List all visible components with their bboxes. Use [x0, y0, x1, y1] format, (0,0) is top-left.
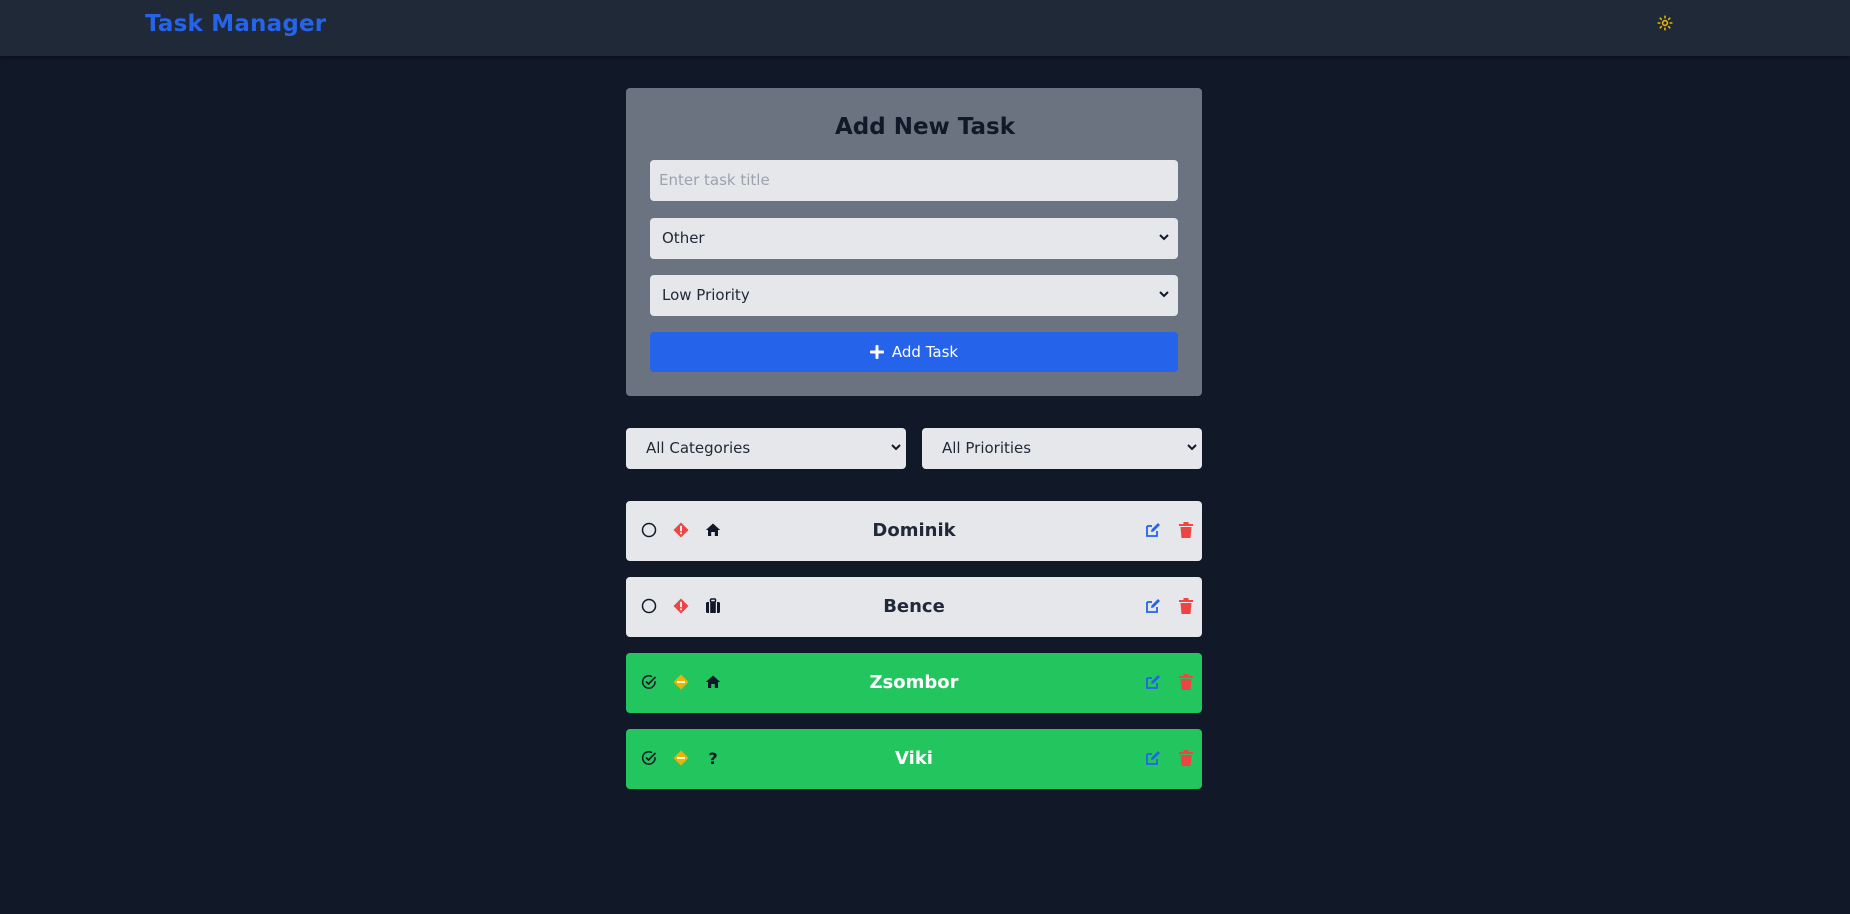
task-title: Zsombor	[869, 672, 959, 693]
delete-task-button[interactable]	[1177, 597, 1195, 615]
edit-task-button[interactable]	[1144, 597, 1162, 615]
top-navbar: Task Manager	[0, 0, 1850, 56]
task-item: Dominik	[626, 501, 1202, 561]
chevron-down-icon	[891, 444, 901, 451]
theme-toggle-button[interactable]	[1655, 13, 1675, 33]
delete-task-button[interactable]	[1177, 749, 1195, 767]
edit-task-button[interactable]	[1144, 673, 1162, 691]
task-item: Bence	[626, 577, 1202, 637]
add-task-button[interactable]: Add Task	[650, 332, 1178, 372]
edit-icon	[1146, 599, 1160, 613]
edit-task-button[interactable]	[1144, 749, 1162, 767]
priority-filter-value: All Priorities	[942, 439, 1032, 457]
chevron-down-icon	[1159, 291, 1169, 298]
trash-icon	[1179, 750, 1193, 766]
priority-select-value: Low Priority	[662, 286, 750, 304]
sun-icon	[1657, 15, 1673, 31]
add-task-heading: Add New Task	[834, 114, 1016, 140]
edit-task-button[interactable]	[1144, 521, 1162, 539]
plus-icon	[869, 345, 884, 359]
priority-filter-select[interactable]: All Priorities	[922, 428, 1202, 469]
delete-task-button[interactable]	[1177, 521, 1195, 539]
category-select-value: Other	[662, 229, 705, 247]
delete-task-button[interactable]	[1177, 673, 1195, 691]
chevron-down-icon	[1159, 234, 1169, 241]
category-select[interactable]: Other	[650, 218, 1178, 259]
task-item: ? Viki	[626, 729, 1202, 789]
trash-icon	[1179, 598, 1193, 614]
app-title[interactable]: Task Manager	[145, 11, 326, 37]
task-title: Dominik	[872, 520, 956, 541]
trash-icon	[1179, 522, 1193, 538]
task-title: Viki	[895, 748, 933, 769]
task-item: Zsombor	[626, 653, 1202, 713]
edit-icon	[1146, 523, 1160, 537]
category-filter-value: All Categories	[646, 439, 751, 457]
chevron-down-icon	[1187, 444, 1197, 451]
edit-icon	[1146, 751, 1160, 765]
priority-select[interactable]: Low Priority	[650, 275, 1178, 316]
add-task-button-label: Add Task	[891, 343, 959, 361]
task-title-placeholder: Enter task title	[659, 171, 770, 189]
category-filter-select[interactable]: All Categories	[626, 428, 906, 469]
trash-icon	[1179, 674, 1193, 690]
edit-icon	[1146, 675, 1160, 689]
task-title-input[interactable]: Enter task title	[650, 160, 1178, 201]
task-title: Bence	[883, 596, 945, 617]
